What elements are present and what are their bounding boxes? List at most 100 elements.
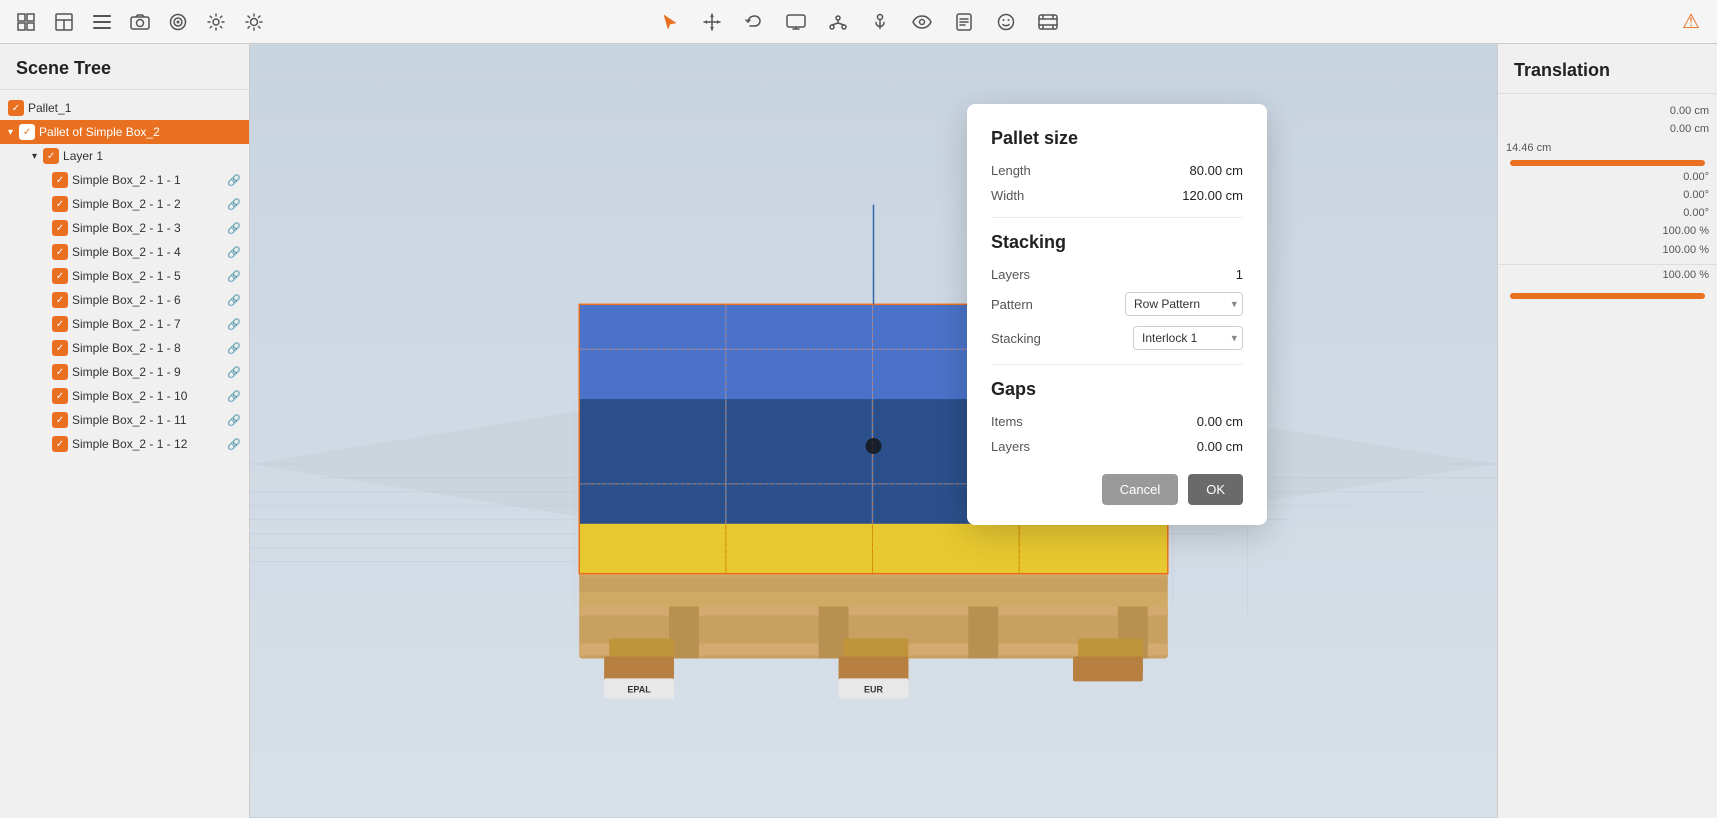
width-label: Width [991, 188, 1024, 203]
checkbox-pallet1[interactable]: ✓ [8, 100, 24, 116]
tree-label-box6: Simple Box_2 - 1 - 6 [72, 293, 219, 307]
nodes-icon[interactable] [824, 8, 852, 36]
checkbox-layer1[interactable]: ✓ [43, 148, 59, 164]
scale-z-value: 100.00 % [1663, 269, 1709, 281]
tree-label-layer1: Layer 1 [63, 149, 241, 163]
bottom-orange-bar [1510, 293, 1705, 299]
length-row: Length 80.00 cm [991, 163, 1243, 178]
checkbox-pallet2[interactable]: ✓ [19, 124, 35, 140]
expand-arrow-layer1: ▾ [32, 151, 37, 162]
width-value: 120.00 cm [1182, 188, 1243, 203]
checkbox-box8[interactable]: ✓ [52, 340, 68, 356]
checkbox-box9[interactable]: ✓ [52, 364, 68, 380]
note-icon[interactable] [950, 8, 978, 36]
target-icon[interactable] [164, 8, 192, 36]
checkbox-box12[interactable]: ✓ [52, 436, 68, 452]
tree-label-box2: Simple Box_2 - 1 - 2 [72, 197, 219, 211]
tree-item-box8[interactable]: ✓ Simple Box_2 - 1 - 8 🔗 [0, 336, 249, 360]
layers-row: Layers 1 [991, 267, 1243, 282]
move-icon[interactable] [698, 8, 726, 36]
z-slider-bar[interactable] [1510, 160, 1705, 166]
toolbar-center [656, 8, 1062, 36]
link-icon-box1: 🔗 [227, 174, 241, 187]
ok-button[interactable]: OK [1188, 474, 1243, 505]
link-icon-box12: 🔗 [227, 438, 241, 451]
checkbox-box4[interactable]: ✓ [52, 244, 68, 260]
eye-icon[interactable] [908, 8, 936, 36]
settings-icon[interactable] [202, 8, 230, 36]
undo-icon[interactable] [740, 8, 768, 36]
rotation-x-row: 0.00° [1498, 168, 1717, 186]
gaps-items-label: Items [991, 414, 1023, 429]
expand-arrow-pallet2: ▾ [8, 127, 13, 138]
tree-item-box7[interactable]: ✓ Simple Box_2 - 1 - 7 🔗 [0, 312, 249, 336]
tree-item-box6[interactable]: ✓ Simple Box_2 - 1 - 6 🔗 [0, 288, 249, 312]
tree-label-box10: Simple Box_2 - 1 - 10 [72, 389, 219, 403]
tree-label-box7: Simple Box_2 - 1 - 7 [72, 317, 219, 331]
tree-item-box11[interactable]: ✓ Simple Box_2 - 1 - 11 🔗 [0, 408, 249, 432]
tree-content: ✓ Pallet_1 ▾ ✓ Pallet of Simple Box_2 ▾ … [0, 90, 249, 818]
length-label: Length [991, 163, 1031, 178]
pattern-row: Pattern Row Pattern Column Pattern Brick… [991, 292, 1243, 316]
scale-z-row: 100.00 % [1498, 264, 1717, 285]
stacking-select[interactable]: Interlock 1 Interlock 2 None [1133, 326, 1243, 350]
layout-icon[interactable] [50, 8, 78, 36]
tree-item-box9[interactable]: ✓ Simple Box_2 - 1 - 9 🔗 [0, 360, 249, 384]
link-icon-box10: 🔗 [227, 390, 241, 403]
tree-label-pallet1: Pallet_1 [28, 101, 241, 115]
svg-text:EPAL: EPAL [627, 684, 651, 694]
checkbox-box7[interactable]: ✓ [52, 316, 68, 332]
tree-label-box8: Simple Box_2 - 1 - 8 [72, 341, 219, 355]
scale-y-row: 100.00 % [1498, 240, 1717, 260]
tree-item-box12[interactable]: ✓ Simple Box_2 - 1 - 12 🔗 [0, 432, 249, 456]
translation-y-value: 0.00 cm [1670, 123, 1709, 135]
checkbox-box5[interactable]: ✓ [52, 268, 68, 284]
translation-header: Translation [1498, 44, 1717, 94]
divider2 [991, 364, 1243, 365]
pattern-label: Pattern [991, 297, 1033, 312]
cancel-button[interactable]: Cancel [1102, 474, 1178, 505]
link-icon-box11: 🔗 [227, 414, 241, 427]
link-icon-box7: 🔗 [227, 318, 241, 331]
dialog-buttons: Cancel OK [991, 474, 1243, 505]
link-icon-box9: 🔗 [227, 366, 241, 379]
camera-icon[interactable] [126, 8, 154, 36]
tree-item-box1[interactable]: ✓ Simple Box_2 - 1 - 1 🔗 [0, 168, 249, 192]
face-icon[interactable] [992, 8, 1020, 36]
viewport[interactable]: EUR EPAL [250, 44, 1497, 818]
checkbox-box2[interactable]: ✓ [52, 196, 68, 212]
checkbox-box1[interactable]: ✓ [52, 172, 68, 188]
layers-value: 1 [1236, 267, 1243, 282]
grid-icon[interactable] [12, 8, 40, 36]
checkbox-box6[interactable]: ✓ [52, 292, 68, 308]
tree-item-pallet1[interactable]: ✓ Pallet_1 [0, 96, 249, 120]
link-icon-box5: 🔗 [227, 270, 241, 283]
translation-x-value: 0.00 cm [1670, 105, 1709, 117]
tree-item-box5[interactable]: ✓ Simple Box_2 - 1 - 5 🔗 [0, 264, 249, 288]
stacking-title: Stacking [991, 232, 1243, 253]
pattern-select-wrapper[interactable]: Row Pattern Column Pattern Brick Pattern [1125, 292, 1243, 316]
tree-label-box5: Simple Box_2 - 1 - 5 [72, 269, 219, 283]
sun-icon[interactable] [240, 8, 268, 36]
right-panel-content: 0.00 cm 0.00 cm 14.46 cm 0.00° 0.00° 0.0… [1498, 94, 1717, 818]
tree-item-box3[interactable]: ✓ Simple Box_2 - 1 - 3 🔗 [0, 216, 249, 240]
pattern-select[interactable]: Row Pattern Column Pattern Brick Pattern [1125, 292, 1243, 316]
tree-item-pallet2[interactable]: ▾ ✓ Pallet of Simple Box_2 [0, 120, 249, 144]
tree-item-box4[interactable]: ✓ Simple Box_2 - 1 - 4 🔗 [0, 240, 249, 264]
tree-item-layer1[interactable]: ▾ ✓ Layer 1 [0, 144, 249, 168]
stacking-select-wrapper[interactable]: Interlock 1 Interlock 2 None [1133, 326, 1243, 350]
tree-item-box10[interactable]: ✓ Simple Box_2 - 1 - 10 🔗 [0, 384, 249, 408]
main-area: Scene Tree ✓ Pallet_1 ▾ ✓ Pallet of Simp… [0, 44, 1717, 818]
menu-icon[interactable] [88, 8, 116, 36]
scene-tree-header: Scene Tree [0, 44, 249, 90]
warning-icon[interactable]: ⚠ [1677, 8, 1705, 36]
cursor-icon[interactable] [656, 8, 684, 36]
film-icon[interactable] [1034, 8, 1062, 36]
tree-item-box2[interactable]: ✓ Simple Box_2 - 1 - 2 🔗 [0, 192, 249, 216]
checkbox-box3[interactable]: ✓ [52, 220, 68, 236]
checkbox-box10[interactable]: ✓ [52, 388, 68, 404]
checkbox-box11[interactable]: ✓ [52, 412, 68, 428]
link-icon-box6: 🔗 [227, 294, 241, 307]
display-icon[interactable] [782, 8, 810, 36]
anchor-icon[interactable] [866, 8, 894, 36]
